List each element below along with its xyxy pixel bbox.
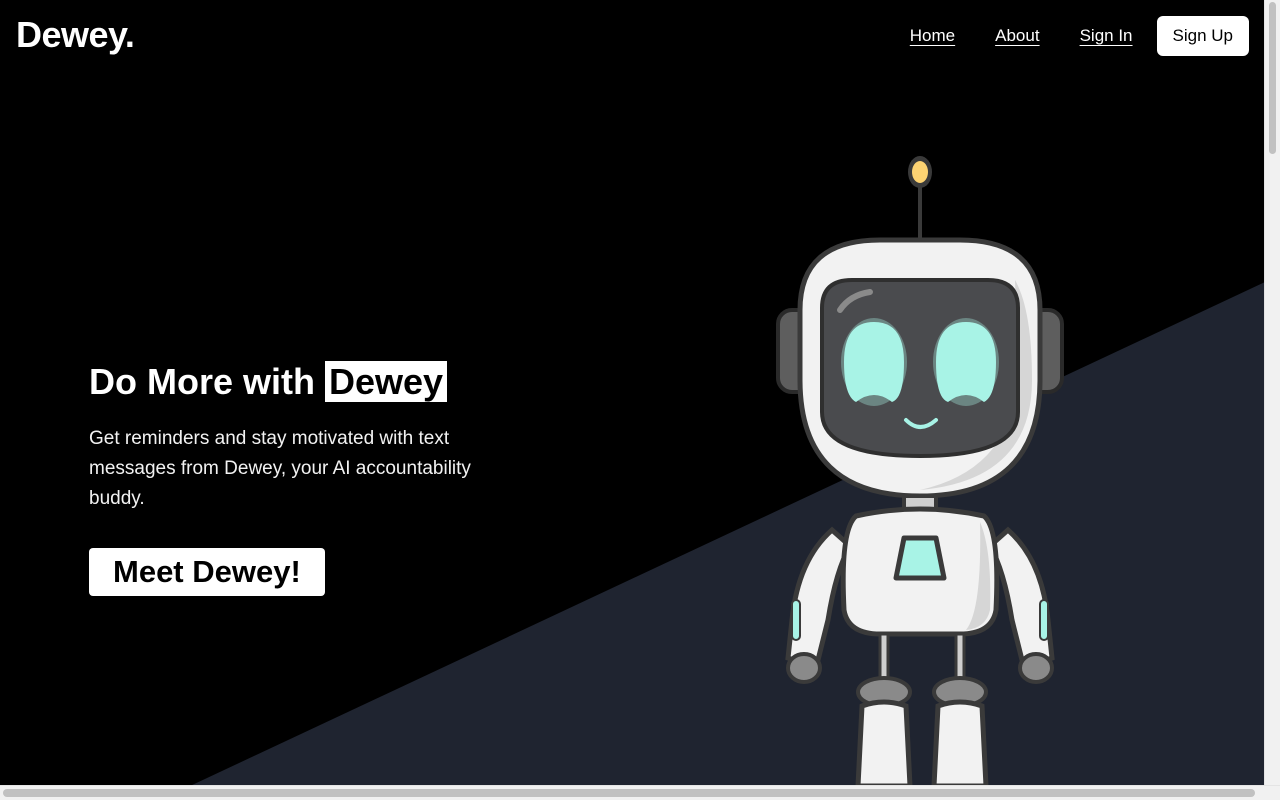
hero-title-highlight: Dewey bbox=[325, 361, 448, 402]
vertical-scrollbar[interactable] bbox=[1264, 0, 1280, 786]
nav-about-link[interactable]: About bbox=[995, 26, 1039, 46]
brand-logo[interactable]: Dewey. bbox=[16, 17, 135, 53]
hero-title: Do More with Dewey bbox=[89, 360, 509, 404]
page: Dewey. Home About Sign In Sign Up Do Mor… bbox=[0, 0, 1265, 786]
nav-home-link[interactable]: Home bbox=[910, 26, 955, 46]
nav-sign-in-link[interactable]: Sign In bbox=[1080, 26, 1133, 46]
horizontal-scrollbar-thumb[interactable] bbox=[3, 789, 1255, 797]
robot-mascot-icon bbox=[776, 156, 1064, 786]
vertical-scrollbar-thumb[interactable] bbox=[1269, 2, 1276, 154]
hero-title-prefix: Do More with bbox=[89, 361, 315, 402]
hero-description: Get reminders and stay motivated with te… bbox=[89, 428, 471, 509]
horizontal-scrollbar[interactable] bbox=[0, 785, 1280, 800]
meet-dewey-button[interactable]: Meet Dewey! bbox=[89, 548, 325, 596]
sign-up-button[interactable]: Sign Up bbox=[1156, 16, 1249, 56]
top-nav: Home About Sign In Sign Up bbox=[870, 16, 1249, 56]
hero-section: Do More with Dewey Get reminders and sta… bbox=[89, 360, 509, 596]
